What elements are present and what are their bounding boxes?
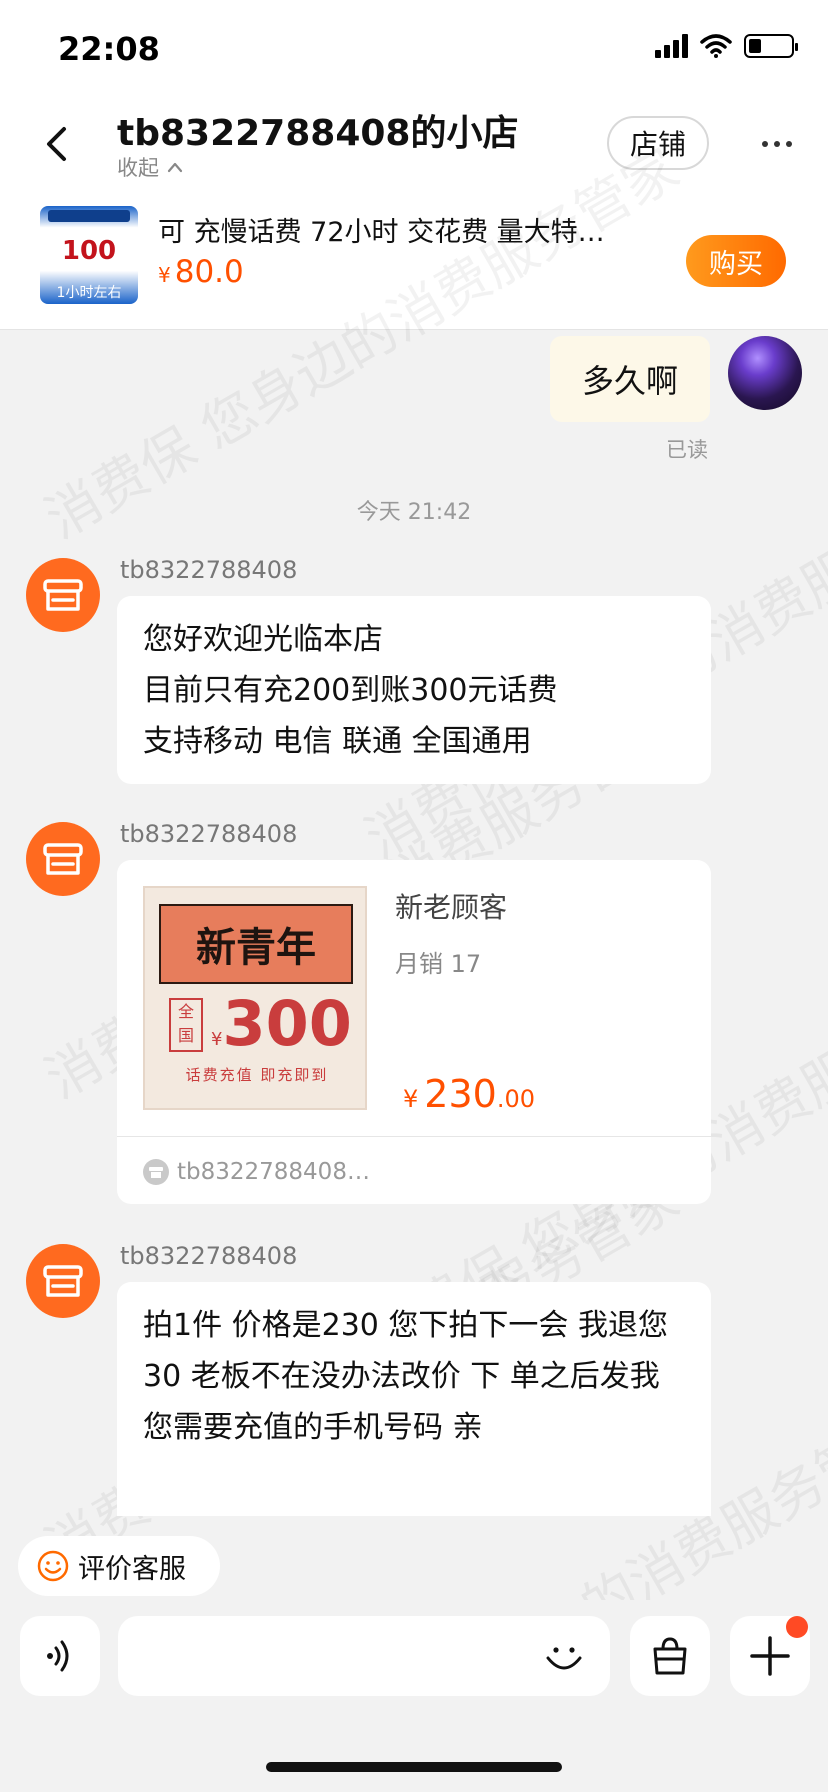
- price-symbol: ¥: [158, 263, 171, 287]
- chevron-left-icon: [47, 127, 66, 161]
- card-product-name: 新老顾客: [395, 891, 508, 924]
- shop-mini-icon: [143, 1159, 169, 1185]
- shopping-bag-icon: [653, 1637, 687, 1675]
- store-icon: [43, 1265, 83, 1297]
- status-bar: 22:08: [0, 0, 828, 100]
- card-shop-name: tb8322788408…: [177, 1159, 370, 1185]
- store-icon: [43, 579, 83, 611]
- chevron-up-icon: [167, 162, 183, 173]
- rate-service-button[interactable]: 评价客服: [18, 1536, 220, 1596]
- shopping-bag-button[interactable]: [630, 1616, 710, 1696]
- more-options-icon[interactable]: [752, 122, 802, 166]
- incoming-message-bubble[interactable]: 拍1件 价格是230 您下拍下一会 我退您30 老板不在没办法改价 下 单之后发…: [117, 1282, 711, 1516]
- message-line: 亲: [452, 1410, 483, 1445]
- store-icon: [43, 843, 83, 875]
- message-line: 您好欢迎光临本店: [143, 622, 383, 657]
- back-button[interactable]: [34, 122, 78, 166]
- battery-icon: [744, 34, 798, 58]
- card-image-amount: ¥ 300: [211, 987, 352, 1060]
- buy-button[interactable]: 购买: [686, 235, 786, 287]
- store-button[interactable]: 店铺: [607, 116, 709, 170]
- shop-avatar[interactable]: [26, 558, 100, 632]
- card-image-region: 全国: [169, 998, 203, 1052]
- cellular-signal-icon: [655, 34, 688, 58]
- product-price: ¥ 80.0: [158, 254, 244, 290]
- rate-service-label: 评价客服: [78, 1553, 186, 1585]
- read-status: 已读: [666, 438, 708, 462]
- product-card[interactable]: 新青年 全国 ¥ 300 话费充值 即充即到 新老顾客 月销 17 ¥ 230 …: [117, 860, 711, 1204]
- shop-avatar[interactable]: [26, 822, 100, 896]
- incoming-message-bubble[interactable]: 您好欢迎光临本店 目前只有充200到账300元话费 支持移动 电信 联通 全国通…: [117, 596, 711, 784]
- home-indicator: [266, 1762, 562, 1772]
- wifi-icon: [700, 34, 732, 58]
- message-line: 目前只有充200到账300元话费: [143, 673, 558, 708]
- status-icons: [655, 34, 798, 58]
- sender-name: tb8322788408: [120, 1242, 298, 1270]
- product-card-image: 新青年 全国 ¥ 300 话费充值 即充即到: [143, 886, 367, 1110]
- shop-name-title: tb8322788408的小店: [117, 113, 519, 154]
- card-price: ¥ 230 .00: [403, 1072, 535, 1116]
- message-line: 拍1件 价格是230 您下拍下一会: [143, 1308, 569, 1343]
- price-value: 80.0: [174, 254, 244, 290]
- card-monthly-sales: 月销 17: [395, 950, 482, 978]
- thumb-caption: 1小时左右: [56, 285, 122, 301]
- smiley-icon: [37, 1550, 69, 1582]
- emoji-icon: [546, 1647, 582, 1670]
- product-bar: 100 1小时左右 可 充慢话费 72小时 交花费 量大特… ¥ 80.0 购买: [0, 200, 828, 330]
- emoji-button[interactable]: [532, 1624, 596, 1688]
- status-time: 22:08: [58, 30, 160, 68]
- collapse-toggle[interactable]: 收起: [117, 152, 183, 182]
- product-title[interactable]: 可 充慢话费 72小时 交花费 量大特…: [158, 210, 663, 249]
- thumb-amount: 100: [61, 236, 117, 266]
- collapse-label: 收起: [117, 156, 159, 180]
- voice-button[interactable]: [20, 1616, 100, 1696]
- card-image-caption: 话费充值 即充即到: [185, 1066, 329, 1084]
- product-thumbnail[interactable]: 100 1小时左右: [40, 206, 138, 304]
- notification-dot: [786, 1616, 808, 1638]
- outgoing-message-bubble[interactable]: 多久啊: [550, 336, 710, 422]
- sender-name: tb8322788408: [120, 556, 298, 584]
- card-shop-link[interactable]: tb8322788408…: [143, 1152, 370, 1192]
- card-image-title: 新青年: [159, 904, 353, 984]
- sender-name: tb8322788408: [120, 820, 298, 848]
- voice-icon: [47, 1640, 69, 1672]
- time-separator: 今天 21:42: [356, 500, 472, 525]
- chat-header: tb8322788408的小店 收起 店铺: [0, 100, 828, 200]
- user-avatar[interactable]: [728, 336, 802, 410]
- card-divider: [117, 1136, 711, 1137]
- message-line: 支持移动 电信 联通 全国通用: [143, 724, 532, 759]
- plus-icon: [750, 1636, 790, 1676]
- shop-avatar[interactable]: [26, 1244, 100, 1318]
